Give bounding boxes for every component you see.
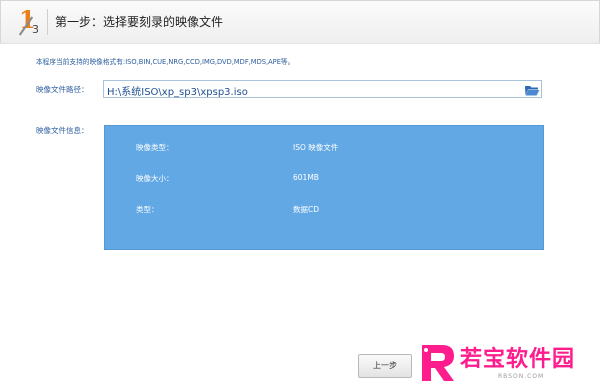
prev-step-button[interactable]: 上一步 bbox=[358, 354, 412, 378]
info-value-size: 601MB bbox=[293, 173, 319, 182]
wizard-header: 1 3 第一步：选择要刻录的映像文件 bbox=[0, 0, 600, 44]
page-title: 第一步：选择要刻录的映像文件 bbox=[55, 15, 224, 29]
image-info-panel: 映像类型： ISO 映像文件 映像大小： 601MB 类型： 数据CD bbox=[104, 125, 544, 250]
header-divider bbox=[47, 9, 48, 35]
image-path-field[interactable]: H:\系统ISO\xp_sp3\xpsp3.iso bbox=[103, 80, 542, 98]
image-info-label: 映像文件信息： bbox=[36, 126, 89, 135]
info-key-type: 映像类型： bbox=[136, 143, 174, 152]
folder-open-icon[interactable] bbox=[524, 82, 540, 96]
info-value-type: ISO 映像文件 bbox=[293, 143, 339, 152]
info-key-size: 映像大小： bbox=[136, 174, 174, 183]
image-path-value[interactable]: H:\系统ISO\xp_sp3\xpsp3.iso bbox=[107, 83, 248, 98]
header-separator bbox=[0, 43, 600, 44]
watermark-logo bbox=[422, 345, 454, 381]
supported-formats-note: 本程序当前支持的映像格式有:ISO,BIN,CUE,NRG,CCD,IMG,DV… bbox=[36, 58, 295, 66]
info-key-category: 类型： bbox=[136, 205, 159, 214]
step-total: 3 bbox=[32, 23, 39, 36]
image-path-label: 映像文件路径： bbox=[36, 85, 89, 94]
info-value-category: 数据CD bbox=[293, 205, 320, 214]
watermark-url: RBSON.COM bbox=[498, 373, 545, 380]
watermark-text: 若宝软件园 bbox=[460, 347, 576, 372]
watermark: 若宝软件园 RBSON.COM bbox=[414, 339, 600, 387]
